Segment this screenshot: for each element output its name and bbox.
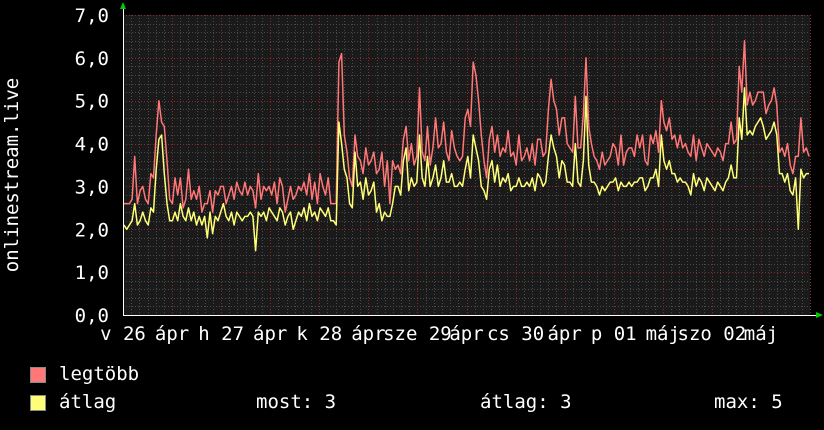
x-tick-label: cs 30 [487,323,544,345]
x-tick-label: máj [744,323,778,345]
y-tick-label: 7,0 [75,5,109,27]
legend-swatch-avg [30,395,46,411]
legend-swatch-max [30,367,46,383]
x-tick-label: ápr [351,323,385,345]
stat-avg: átlag: 3 [480,391,572,413]
x-tick-label: k 28 [296,323,342,345]
rrd-graph: 0,0 1,0 2,0 3,0 4,0 5,0 6,0 7,0 v 26 ápr h 27 ápr k … [0,0,824,430]
x-tick-label: ápr [547,323,581,345]
stat-max: max: 5 [714,391,783,413]
y-axis-arrow [120,2,126,9]
x-tick-label: ápr [449,323,483,345]
y-tick-label: 3,0 [75,176,109,198]
stat-now: most: 3 [256,391,337,413]
y-tick-label: 4,0 [75,134,109,156]
x-tick-label: szo 02 [678,323,747,345]
x-tick-label: h 27 [198,323,244,345]
y-tick-label: 1,0 [75,262,109,284]
legend-label-avg: átlag [59,391,117,413]
x-tick-label: sze 29 [383,323,452,345]
x-tick-label: máj [646,323,680,345]
x-tick-label: ápr [155,323,189,345]
legend-item-max: legtöbb [30,363,139,385]
x-tick-label: ápr [253,323,287,345]
y-tick-label: 2,0 [75,219,109,241]
x-tick-label: v 26 [100,323,146,345]
x-tick-label: p 01 [591,323,637,345]
y-axis-title: onlinestream.live [1,78,23,272]
x-axis-arrow [816,312,823,318]
legend-label-max: legtöbb [59,363,140,385]
y-tick-label: 5,0 [75,91,109,113]
legend-item-avg: átlag most: 3 átlag: 3 max: 5 [30,391,810,413]
y-tick-label: 6,0 [75,48,109,70]
